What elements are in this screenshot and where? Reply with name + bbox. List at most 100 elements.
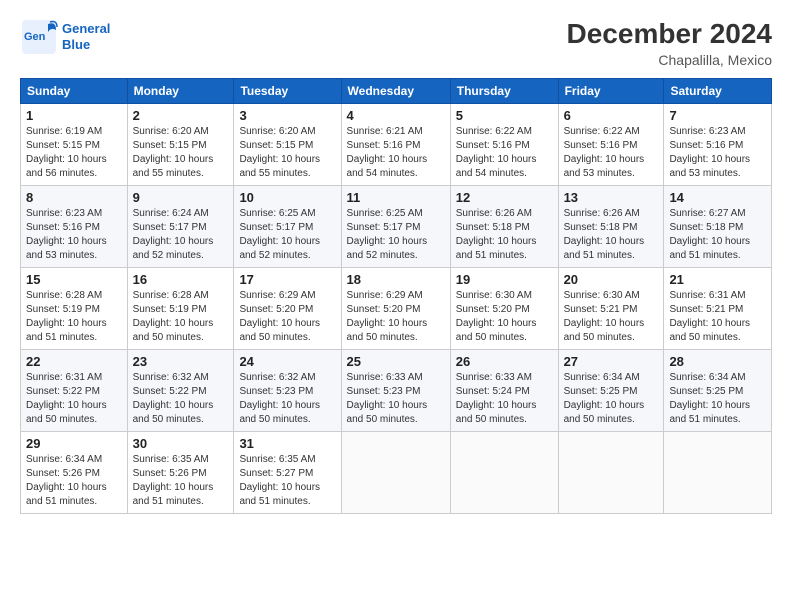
day-info: Sunrise: 6:34 AM Sunset: 5:25 PM Dayligh… [564, 371, 659, 427]
table-cell: 6 Sunrise: 6:22 AM Sunset: 5:16 PM Daylig… [558, 104, 664, 186]
day-info: Sunrise: 6:23 AM Sunset: 5:16 PM Dayligh… [26, 207, 122, 263]
table-cell: 20 Sunrise: 6:30 AM Sunset: 5:21 PM Dayli… [558, 268, 664, 350]
table-cell: 18 Sunrise: 6:29 AM Sunset: 5:20 PM Dayli… [341, 268, 450, 350]
table-cell: 30Sunrise: 6:35 AM Sunset: 5:26 PM Dayli… [127, 432, 234, 514]
table-cell: 11 Sunrise: 6:25 AM Sunset: 5:17 PM Dayli… [341, 186, 450, 268]
table-cell: 14 Sunrise: 6:27 AM Sunset: 5:18 PM Dayli… [664, 186, 772, 268]
table-cell [450, 432, 558, 514]
day-number: 15 [26, 272, 122, 287]
day-number: 29 [26, 436, 122, 451]
table-cell: 7 Sunrise: 6:23 AM Sunset: 5:16 PM Daylig… [664, 104, 772, 186]
col-thursday: Thursday [450, 79, 558, 104]
day-info: Sunrise: 6:20 AM Sunset: 5:15 PM Dayligh… [133, 125, 229, 181]
day-number: 8 [26, 190, 122, 205]
day-info: Sunrise: 6:30 AM Sunset: 5:20 PM Dayligh… [456, 289, 553, 345]
day-number: 2 [133, 108, 229, 123]
table-cell: 3 Sunrise: 6:20 AM Sunset: 5:15 PM Daylig… [234, 104, 341, 186]
col-tuesday: Tuesday [234, 79, 341, 104]
week-row-1: 1Sunrise: 6:19 AM Sunset: 5:15 PM Daylig… [21, 104, 772, 186]
day-number: 9 [133, 190, 229, 205]
table-cell: 8 Sunrise: 6:23 AM Sunset: 5:16 PM Daylig… [21, 186, 128, 268]
day-info: Sunrise: 6:26 AM Sunset: 5:18 PM Dayligh… [456, 207, 553, 263]
day-number: 31 [239, 436, 335, 451]
day-info: Sunrise: 6:32 AM Sunset: 5:23 PM Dayligh… [239, 371, 335, 427]
logo: Gen General Blue [20, 18, 110, 56]
day-info: Sunrise: 6:20 AM Sunset: 5:15 PM Dayligh… [239, 125, 335, 181]
table-cell [341, 432, 450, 514]
day-number: 26 [456, 354, 553, 369]
day-number: 16 [133, 272, 229, 287]
day-info: Sunrise: 6:34 AM Sunset: 5:25 PM Dayligh… [669, 371, 766, 427]
day-number: 3 [239, 108, 335, 123]
week-row-3: 15 Sunrise: 6:28 AM Sunset: 5:19 PM Dayli… [21, 268, 772, 350]
table-cell: 24Sunrise: 6:32 AM Sunset: 5:23 PM Dayli… [234, 350, 341, 432]
table-cell: 1Sunrise: 6:19 AM Sunset: 5:15 PM Daylig… [21, 104, 128, 186]
day-number: 10 [239, 190, 335, 205]
table-cell: 2 Sunrise: 6:20 AM Sunset: 5:15 PM Daylig… [127, 104, 234, 186]
day-number: 27 [564, 354, 659, 369]
day-number: 18 [347, 272, 445, 287]
day-info: Sunrise: 6:30 AM Sunset: 5:21 PM Dayligh… [564, 289, 659, 345]
day-info: Sunrise: 6:24 AM Sunset: 5:17 PM Dayligh… [133, 207, 229, 263]
day-number: 25 [347, 354, 445, 369]
logo-text: General Blue [62, 21, 110, 52]
table-cell: 9 Sunrise: 6:24 AM Sunset: 5:17 PM Daylig… [127, 186, 234, 268]
table-cell [664, 432, 772, 514]
page: Gen General Blue December 2024 Chapalill… [0, 0, 792, 612]
day-info: Sunrise: 6:19 AM Sunset: 5:15 PM Dayligh… [26, 125, 122, 181]
day-number: 6 [564, 108, 659, 123]
table-cell: 26 Sunrise: 6:33 AM Sunset: 5:24 PM Dayli… [450, 350, 558, 432]
col-saturday: Saturday [664, 79, 772, 104]
day-info: Sunrise: 6:35 AM Sunset: 5:26 PM Dayligh… [133, 453, 229, 509]
day-info: Sunrise: 6:31 AM Sunset: 5:21 PM Dayligh… [669, 289, 766, 345]
day-info: Sunrise: 6:25 AM Sunset: 5:17 PM Dayligh… [347, 207, 445, 263]
day-number: 28 [669, 354, 766, 369]
svg-text:Gen: Gen [24, 31, 46, 43]
calendar-header-row: Sunday Monday Tuesday Wednesday Thursday… [21, 79, 772, 104]
table-cell: 28 Sunrise: 6:34 AM Sunset: 5:25 PM Dayli… [664, 350, 772, 432]
col-friday: Friday [558, 79, 664, 104]
table-cell: 27 Sunrise: 6:34 AM Sunset: 5:25 PM Dayli… [558, 350, 664, 432]
day-info: Sunrise: 6:25 AM Sunset: 5:17 PM Dayligh… [239, 207, 335, 263]
table-cell: 16 Sunrise: 6:28 AM Sunset: 5:19 PM Dayli… [127, 268, 234, 350]
table-cell: 23 Sunrise: 6:32 AM Sunset: 5:22 PM Dayli… [127, 350, 234, 432]
week-row-2: 8 Sunrise: 6:23 AM Sunset: 5:16 PM Daylig… [21, 186, 772, 268]
logo-line2: Blue [62, 37, 110, 53]
day-info: Sunrise: 6:33 AM Sunset: 5:24 PM Dayligh… [456, 371, 553, 427]
day-info: Sunrise: 6:32 AM Sunset: 5:22 PM Dayligh… [133, 371, 229, 427]
table-cell: 22Sunrise: 6:31 AM Sunset: 5:22 PM Dayli… [21, 350, 128, 432]
week-row-4: 22Sunrise: 6:31 AM Sunset: 5:22 PM Dayli… [21, 350, 772, 432]
day-info: Sunrise: 6:35 AM Sunset: 5:27 PM Dayligh… [239, 453, 335, 509]
day-number: 7 [669, 108, 766, 123]
day-number: 11 [347, 190, 445, 205]
table-cell: 10 Sunrise: 6:25 AM Sunset: 5:17 PM Dayli… [234, 186, 341, 268]
day-info: Sunrise: 6:27 AM Sunset: 5:18 PM Dayligh… [669, 207, 766, 263]
logo-line1: General [62, 21, 110, 36]
day-info: Sunrise: 6:26 AM Sunset: 5:18 PM Dayligh… [564, 207, 659, 263]
day-info: Sunrise: 6:34 AM Sunset: 5:26 PM Dayligh… [26, 453, 122, 509]
title-block: December 2024 Chapalilla, Mexico [567, 18, 772, 68]
day-info: Sunrise: 6:23 AM Sunset: 5:16 PM Dayligh… [669, 125, 766, 181]
day-number: 21 [669, 272, 766, 287]
table-cell: 25 Sunrise: 6:33 AM Sunset: 5:23 PM Dayli… [341, 350, 450, 432]
day-number: 23 [133, 354, 229, 369]
day-info: Sunrise: 6:28 AM Sunset: 5:19 PM Dayligh… [133, 289, 229, 345]
day-info: Sunrise: 6:29 AM Sunset: 5:20 PM Dayligh… [347, 289, 445, 345]
day-number: 4 [347, 108, 445, 123]
table-cell: 19 Sunrise: 6:30 AM Sunset: 5:20 PM Dayli… [450, 268, 558, 350]
table-cell: 12Sunrise: 6:26 AM Sunset: 5:18 PM Dayli… [450, 186, 558, 268]
day-number: 13 [564, 190, 659, 205]
day-info: Sunrise: 6:33 AM Sunset: 5:23 PM Dayligh… [347, 371, 445, 427]
day-number: 20 [564, 272, 659, 287]
calendar: Sunday Monday Tuesday Wednesday Thursday… [20, 78, 772, 514]
col-monday: Monday [127, 79, 234, 104]
day-number: 19 [456, 272, 553, 287]
day-info: Sunrise: 6:22 AM Sunset: 5:16 PM Dayligh… [456, 125, 553, 181]
day-number: 5 [456, 108, 553, 123]
day-info: Sunrise: 6:22 AM Sunset: 5:16 PM Dayligh… [564, 125, 659, 181]
table-cell: 15Sunrise: 6:28 AM Sunset: 5:19 PM Dayli… [21, 268, 128, 350]
day-number: 14 [669, 190, 766, 205]
table-cell: 29 Sunrise: 6:34 AM Sunset: 5:26 PM Dayli… [21, 432, 128, 514]
table-cell [558, 432, 664, 514]
day-number: 22 [26, 354, 122, 369]
